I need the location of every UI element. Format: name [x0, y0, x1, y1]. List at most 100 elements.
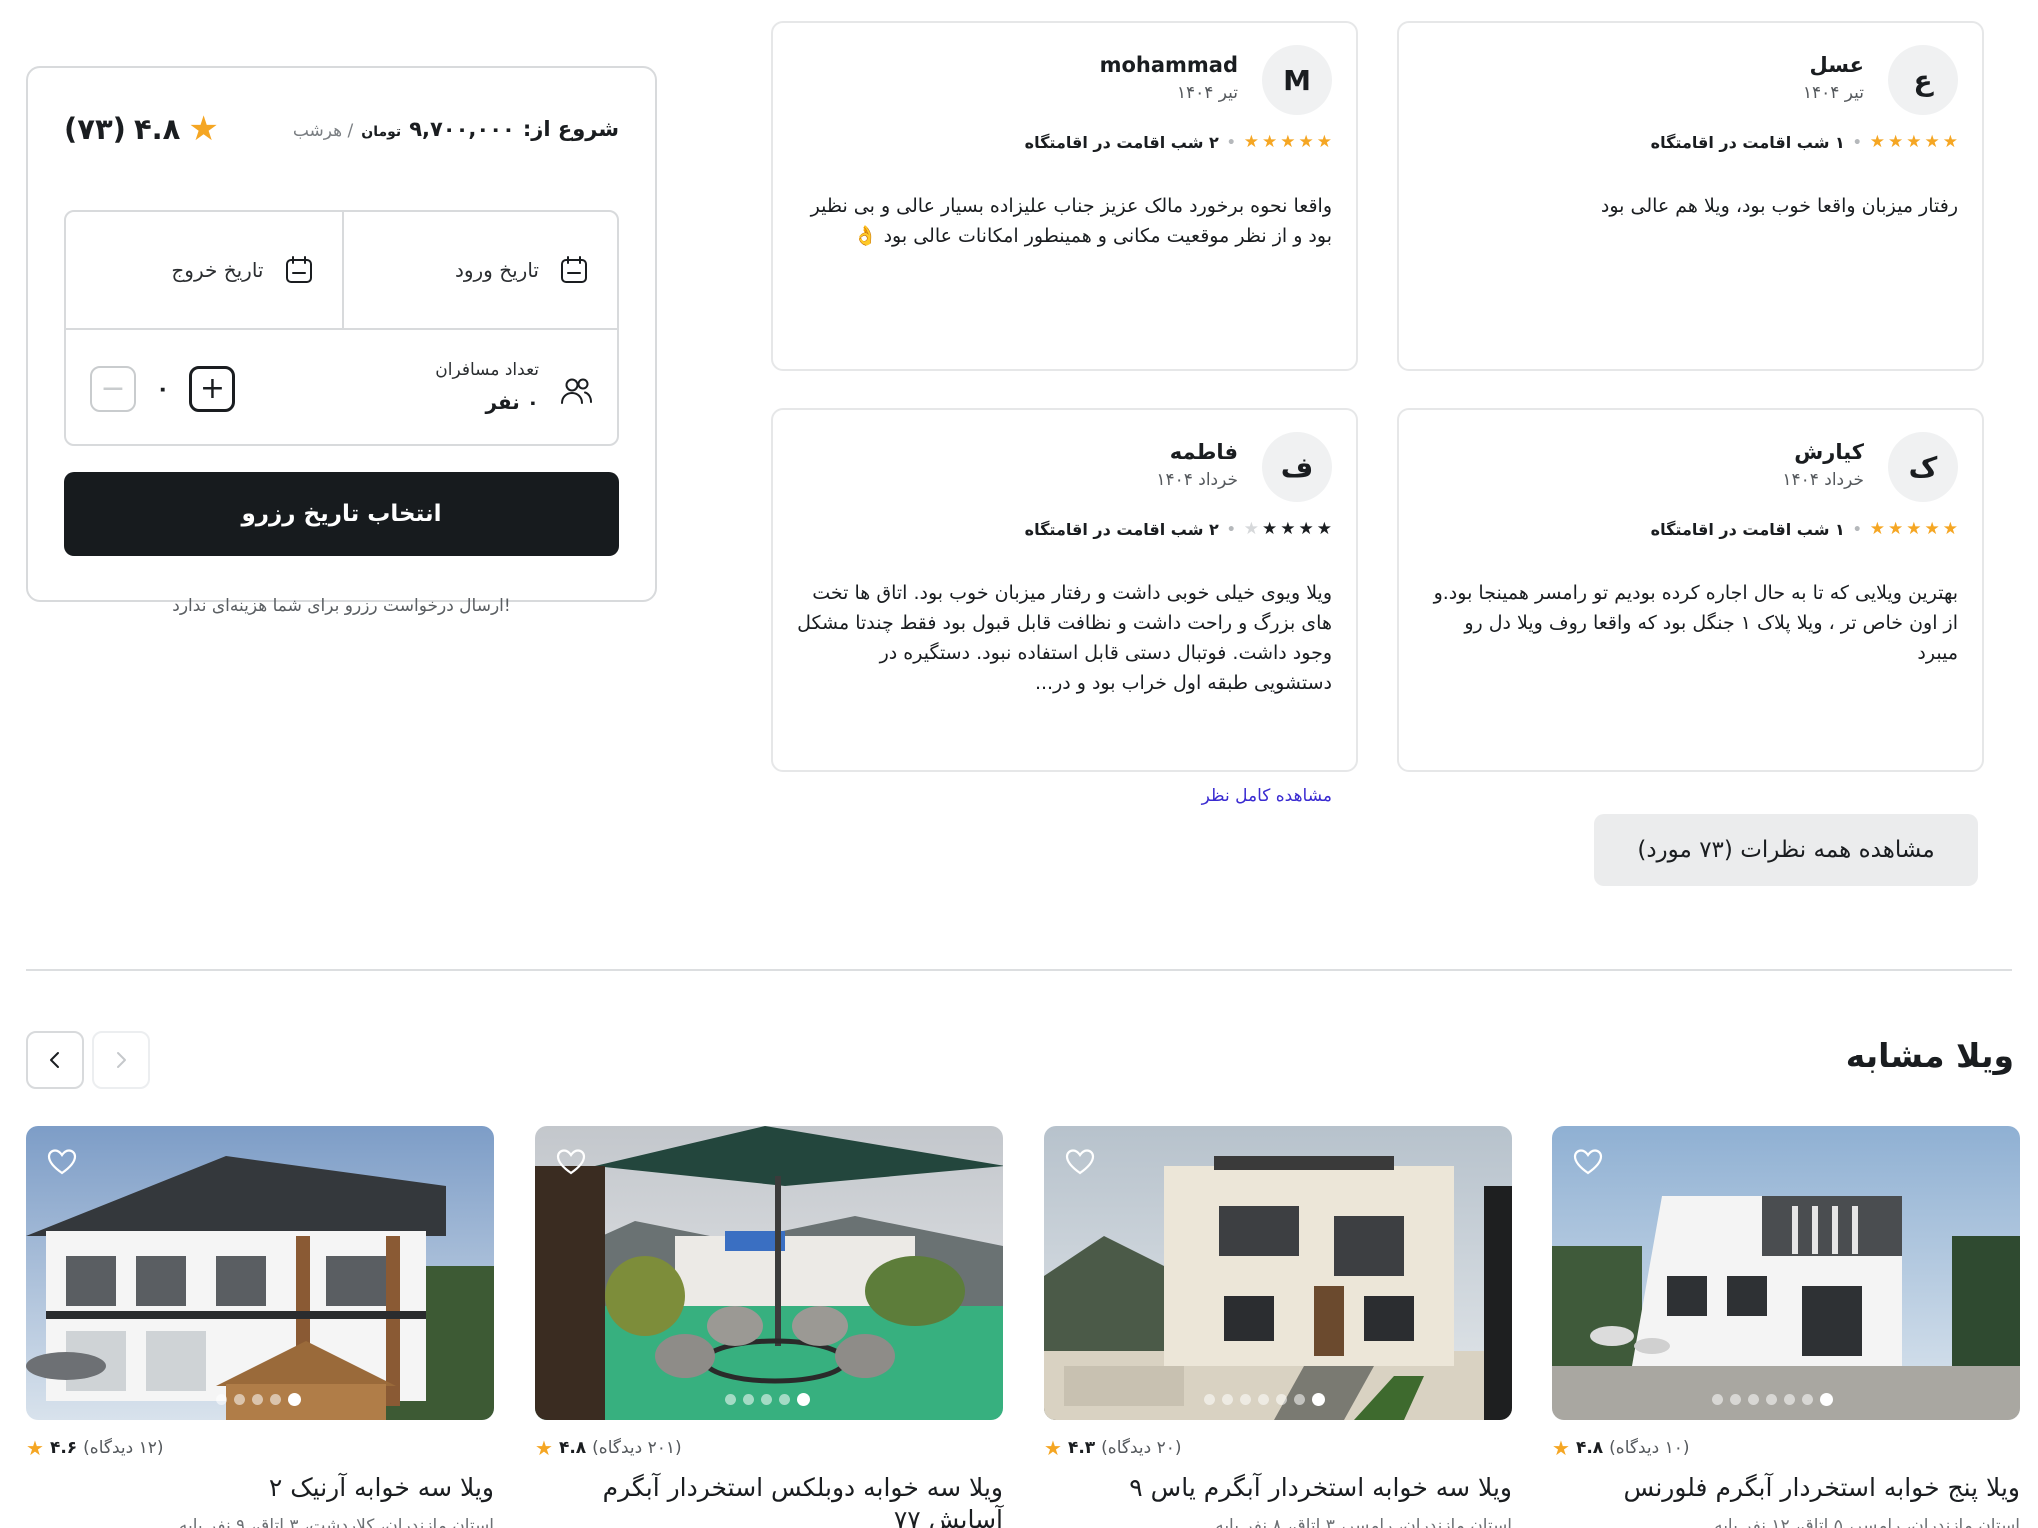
carousel-dot[interactable] — [288, 1393, 301, 1406]
villa-photo[interactable] — [1552, 1126, 2020, 1420]
villa-location: استان مازندران، رامسر، ۵ اتاق، ۱۲ نفر پا… — [1714, 1516, 2020, 1528]
villa-title[interactable]: ویلا سه خوابه آرنیک ۲ — [26, 1472, 494, 1504]
villa-photo[interactable] — [1044, 1126, 1512, 1420]
reviewer-name: عسل — [1809, 53, 1864, 77]
villa-photo[interactable] — [26, 1126, 494, 1420]
villa-title[interactable]: ویلا سه خوابه دوبلکس استخردار آبگرم آسای… — [535, 1472, 1003, 1528]
checkin-date-field[interactable]: تاریخ ورود — [341, 212, 618, 328]
villa-card[interactable]: (۱۲ دیدگاه) ۴.۶ ★ ویلا سه خوابه آرنیک ۲ … — [26, 1126, 494, 1528]
carousel-dot[interactable] — [1766, 1394, 1777, 1405]
villa-card[interactable]: (۲۰۱ دیدگاه) ۴.۸ ★ ویلا سه خوابه دوبلکس … — [535, 1126, 1003, 1528]
star-icon: ★ — [1552, 1436, 1570, 1460]
carousel-dot[interactable] — [761, 1394, 772, 1405]
booking-form: تاریخ ورود تاریخ خروج تعداد مسافران ۰ نف… — [64, 210, 619, 446]
carousel-dot[interactable] — [1748, 1394, 1759, 1405]
review-date: تیر ۱۴۰۴ — [1802, 83, 1864, 103]
separator-dot: • — [1852, 521, 1862, 538]
star-rating: ★ ★ ★ ★ ★ — [1244, 134, 1332, 151]
read-full-review-link[interactable]: مشاهده کامل نظر — [1202, 786, 1332, 806]
carousel-dot[interactable] — [743, 1394, 754, 1405]
carousel-dot[interactable] — [216, 1394, 227, 1405]
review-meta: ★ ★ ★ ★ ★ • ۲ شب اقامت در اقامتگاه — [1025, 133, 1332, 152]
minus-button[interactable]: − — [90, 366, 136, 412]
carousel-dot[interactable] — [270, 1394, 281, 1405]
star-rating: ★ ★ ★ ★ ★ — [1870, 134, 1958, 151]
carousel-dot[interactable] — [1276, 1394, 1287, 1405]
star-icon: ★ — [1298, 519, 1314, 539]
plus-icon: + — [199, 371, 225, 406]
carousel-dot[interactable] — [1204, 1394, 1215, 1405]
carousel-dot[interactable] — [725, 1394, 736, 1405]
separator-dot: • — [1852, 134, 1862, 151]
star-icon: ★ — [1262, 519, 1278, 539]
people-icon — [559, 374, 593, 408]
photo-dots — [216, 1393, 301, 1406]
villa-photo[interactable] — [535, 1126, 1003, 1420]
guests-stepper: − ۰ + — [90, 366, 236, 412]
heart-icon[interactable] — [555, 1146, 587, 1178]
carousel-dot[interactable] — [1294, 1394, 1305, 1405]
review-count: (۲۰ دیدگاه) — [1101, 1438, 1182, 1458]
rating-value: ۴.۶ — [49, 1438, 78, 1458]
photo-dots — [1712, 1393, 1833, 1406]
avatar: ف — [1262, 432, 1332, 502]
review-date: خرداد ۱۴۰۴ — [1156, 470, 1238, 490]
review-text: رفتار میزبان واقعا خوب بود، ویلا هم عالی… — [1600, 195, 1958, 217]
price-per-night: / هرشب — [292, 121, 354, 141]
price-currency: تومان — [361, 124, 402, 140]
carousel-dot[interactable] — [1712, 1394, 1723, 1405]
villa-card[interactable]: (۲۰ دیدگاه) ۴.۳ ★ ویلا سه خوابه استخردار… — [1044, 1126, 1512, 1528]
select-dates-button[interactable]: انتخاب تاریخ رزرو — [64, 472, 619, 556]
carousel-prev-button[interactable] — [26, 1031, 84, 1089]
star-icon: ★ — [1280, 519, 1296, 539]
carousel-dot[interactable] — [234, 1394, 245, 1405]
carousel-dot[interactable] — [252, 1394, 263, 1405]
rating-value: ۴.۸ — [133, 112, 181, 146]
photo-dots — [725, 1393, 810, 1406]
plus-button[interactable]: + — [189, 366, 236, 412]
villa-rating: (۲۰۱ دیدگاه) ۴.۸ ★ — [535, 1436, 682, 1460]
heart-icon[interactable] — [1572, 1146, 1604, 1178]
carousel-dot[interactable] — [1784, 1394, 1795, 1405]
star-icon: ★ — [1942, 132, 1958, 152]
carousel-dot[interactable] — [1312, 1393, 1325, 1406]
review-text: ویلا ویوی خیلی خوبی داشت و رفتار میزبان … — [797, 582, 1332, 694]
review-card: ع عسل تیر ۱۴۰۴ ★ ★ ★ ★ ★ • ۱ شب اقامت در اقا… — [1397, 21, 1984, 371]
star-icon: ★ — [1280, 132, 1296, 152]
stay-length: ۲ شب اقامت در اقامتگاه — [1024, 133, 1219, 152]
stay-length: ۱ شب اقامت در اقامتگاه — [1650, 133, 1845, 152]
carousel-dot[interactable] — [1240, 1394, 1251, 1405]
carousel-dot[interactable] — [1222, 1394, 1233, 1405]
carousel-dot[interactable] — [1730, 1394, 1741, 1405]
guests-label: تعداد مسافران — [435, 360, 539, 380]
review-count: (۱۰ دیدگاه) — [1609, 1438, 1690, 1458]
carousel-dot[interactable] — [1258, 1394, 1269, 1405]
rating-value: ۴.۸ — [558, 1438, 587, 1458]
heart-icon[interactable] — [46, 1146, 78, 1178]
heart-icon[interactable] — [1064, 1146, 1096, 1178]
carousel-dot[interactable] — [1802, 1394, 1813, 1405]
review-card: M mohammad تیر ۱۴۰۴ ★ ★ ★ ★ ★ • ۲ شب اقامت د… — [771, 21, 1358, 371]
review-date: تیر ۱۴۰۴ — [1176, 83, 1238, 103]
stepper-value: ۰ — [156, 376, 170, 402]
villa-title[interactable]: ویلا سه خوابه استخردار آبگرم یاس ۹ — [1044, 1472, 1512, 1504]
avatar: ع — [1888, 45, 1958, 115]
review-count: (۲۰۱ دیدگاه) — [592, 1438, 682, 1458]
carousel-dot[interactable] — [1820, 1393, 1833, 1406]
star-icon: ★ — [1906, 519, 1922, 539]
carousel-next-button[interactable] — [92, 1031, 150, 1089]
villa-title[interactable]: ویلا پنج خوابه استخردار آبگرم فلورنس — [1552, 1472, 2020, 1504]
star-icon: ★ — [1924, 519, 1940, 539]
chevron-right-icon — [117, 1052, 126, 1068]
villa-rating: (۱۲ دیدگاه) ۴.۶ ★ — [26, 1436, 164, 1460]
separator-dot: • — [1226, 521, 1236, 538]
carousel-dot[interactable] — [779, 1394, 790, 1405]
checkout-label: تاریخ خروج — [171, 258, 264, 282]
rating-value: ۴.۸ — [1575, 1438, 1604, 1458]
all-reviews-button[interactable]: مشاهده همه نظرات (۷۳ مورد) — [1594, 814, 1978, 886]
carousel-dot[interactable] — [797, 1393, 810, 1406]
checkout-date-field[interactable]: تاریخ خروج — [66, 212, 342, 328]
villa-card[interactable]: (۱۰ دیدگاه) ۴.۸ ★ ویلا پنج خوابه استخردا… — [1552, 1126, 2020, 1528]
price-row: شروع از: ۹,۷۰۰,۰۰۰ تومان / هرشب ★ ۴.۸ (۷… — [64, 104, 619, 154]
reviewer-name: فاطمه — [1169, 440, 1238, 464]
